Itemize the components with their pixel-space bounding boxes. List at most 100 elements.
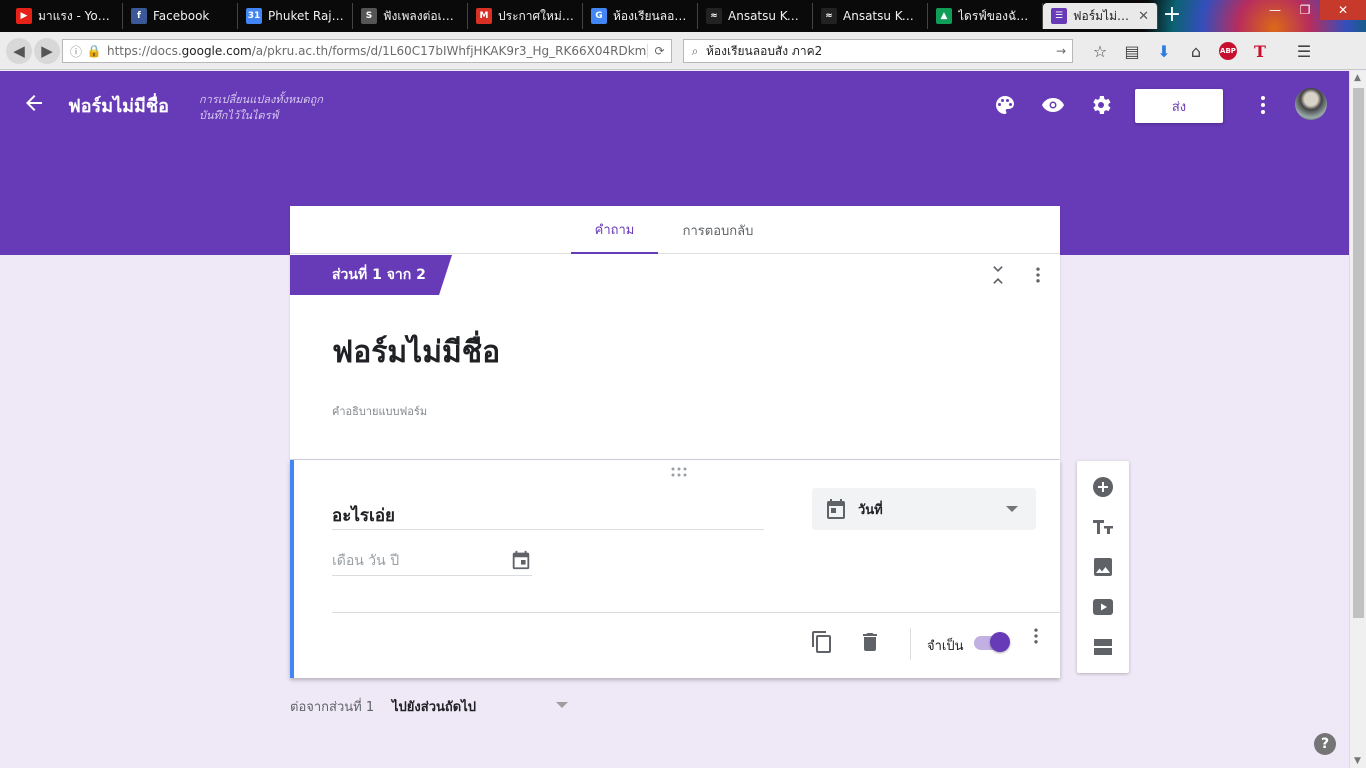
form-title[interactable]: ฟอร์มไม่มีชื่อ — [68, 91, 169, 120]
back-arrow-icon[interactable] — [22, 91, 46, 115]
duplicate-icon[interactable] — [810, 630, 834, 654]
browser-tab[interactable]: ▲ ไดรฟ์ของฉัน -... — [928, 3, 1043, 29]
delete-trash-icon[interactable] — [858, 630, 882, 654]
window-close-button[interactable]: ✕ — [1320, 0, 1366, 20]
scroll-down-icon[interactable]: ▼ — [1354, 756, 1361, 766]
chevron-down-icon — [1006, 506, 1018, 512]
info-icon[interactable]: ⓘ — [67, 43, 85, 60]
url-text[interactable]: https://docs.google.com/a/pkru.ac.th/for… — [103, 44, 647, 58]
google-icon: G — [591, 8, 607, 24]
browser-tab[interactable]: G ห้องเรียนลอบ... — [583, 3, 698, 29]
calendar-icon — [827, 499, 845, 519]
search-icon: ⌕ — [691, 43, 699, 58]
minimize-button[interactable]: — — [1260, 0, 1290, 20]
send-button[interactable]: ส่ง — [1135, 89, 1223, 123]
date-answer-field: เดือน วัน ปี — [332, 550, 532, 576]
new-tab-button[interactable]: + — [1158, 3, 1186, 29]
tab-questions[interactable]: คำถาม — [571, 206, 658, 254]
arrow-right-icon: ▶ — [41, 41, 53, 60]
help-icon: ? — [1320, 736, 1330, 752]
question-title-input[interactable]: อะไรเอ่ย — [332, 502, 764, 530]
footer-separator — [910, 628, 911, 660]
after-section-label: ต่อจากส่วนที่ 1 — [290, 700, 375, 715]
lock-icon: 🔒 — [86, 44, 102, 58]
form-tabs: คำถาม การตอบกลับ — [290, 206, 1060, 254]
bookmark-star-icon[interactable]: ☆ — [1084, 38, 1116, 64]
chevron-down-icon — [556, 702, 568, 708]
browser-tab[interactable]: ☰ ฟอร์มไม่มี... ✕ — [1043, 3, 1158, 29]
collapse-section-icon[interactable] — [988, 265, 1008, 285]
search-go-icon[interactable]: → — [1050, 44, 1072, 58]
browser-back-button[interactable]: ◀ — [6, 37, 32, 64]
help-button[interactable]: ? — [1314, 733, 1336, 755]
browser-tab[interactable]: f Facebook — [123, 3, 238, 29]
browser-tab[interactable]: ≈ Ansatsu Kyo... — [698, 3, 813, 29]
palette-icon[interactable] — [993, 93, 1017, 117]
add-section-icon[interactable] — [1091, 635, 1115, 659]
section-title[interactable]: ฟอร์มไม่มีชื่อ — [332, 329, 500, 376]
question-more-vert-icon[interactable] — [1026, 626, 1046, 646]
preview-eye-icon[interactable] — [1041, 93, 1065, 117]
drag-handle-icon[interactable] — [667, 466, 691, 478]
extension-t-icon[interactable]: T — [1244, 38, 1276, 64]
question-card[interactable]: อะไรเอ่ย วันที่ เดือน วัน ปี จำเป็น — [290, 460, 1060, 678]
required-toggle[interactable] — [974, 632, 1010, 652]
floating-toolbar — [1077, 461, 1129, 673]
calendar-icon: 31 — [246, 8, 262, 24]
search-bar[interactable]: ⌕ ห้องเรียนลอบสัง ภาค2 → — [683, 39, 1073, 63]
add-question-icon[interactable] — [1091, 475, 1115, 499]
question-type-label: วันที่ — [858, 502, 883, 518]
form-description-field[interactable]: คำอธิบายแบบฟอร์ม — [332, 402, 427, 420]
after-section-value[interactable]: ไปยังส่วนถัดไป — [392, 696, 476, 717]
home-icon[interactable]: ⌂ — [1180, 38, 1212, 64]
add-title-text-icon[interactable] — [1091, 515, 1115, 539]
search-input[interactable]: ห้องเรียนลอบสัง ภาค2 — [706, 42, 1050, 61]
section-card: คำถาม การตอบกลับ ส่วนที่ 1 จาก 2 ฟอร์มไม… — [290, 206, 1060, 459]
add-image-icon[interactable] — [1091, 555, 1115, 579]
required-label: จำเป็น — [927, 639, 964, 654]
question-type-dropdown[interactable]: วันที่ — [812, 488, 1036, 530]
scrollbar-thumb[interactable] — [1353, 88, 1364, 618]
adblock-icon[interactable]: ABP — [1219, 42, 1237, 60]
download-icon[interactable]: ⬇ — [1148, 38, 1180, 64]
browser-tab-title: Facebook — [153, 9, 210, 23]
reader-list-icon[interactable]: ▤ — [1116, 38, 1148, 64]
tab-responses[interactable]: การตอบกลับ — [670, 206, 766, 254]
browser-tab-title: ห้องเรียนลอบ... — [613, 8, 689, 23]
add-video-icon[interactable] — [1091, 595, 1115, 619]
tab-close-icon[interactable]: ✕ — [1138, 9, 1149, 24]
reload-icon[interactable]: ⟳ — [647, 44, 671, 58]
more-vert-icon[interactable] — [1251, 93, 1275, 117]
browser-tab[interactable]: ≈ Ansatsu Kyo... — [813, 3, 928, 29]
hamburger-menu-icon[interactable]: ☰ — [1288, 38, 1320, 64]
browser-nav-bar: ◀ ▶ ⓘ 🔒 https://docs.google.com/a/pkru.a… — [0, 32, 1366, 70]
browser-tab-title: ฟังเพลงต่อเนื่... — [383, 8, 459, 23]
restore-button[interactable]: ❐ — [1290, 0, 1320, 20]
facebook-icon: f — [131, 8, 147, 24]
browser-tab-title: Phuket Raja... — [268, 9, 344, 23]
gmail-icon: M — [476, 8, 492, 24]
music-site-icon: S — [361, 8, 377, 24]
forms-icon: ☰ — [1051, 8, 1067, 24]
avatar[interactable] — [1295, 88, 1327, 120]
browser-tab[interactable]: S ฟังเพลงต่อเนื่... — [353, 3, 468, 29]
date-placeholder: เดือน วัน ปี — [332, 553, 400, 569]
youtube-icon: ▶ — [16, 8, 32, 24]
save-status: การเปลี่ยนแปลงทั้งหมดถูกบันทึกไว้ในไดรฟ์ — [199, 93, 323, 122]
section-more-vert-icon[interactable] — [1028, 265, 1048, 285]
browser-tab[interactable]: ▶ มาแรง - You... — [8, 3, 123, 29]
window-controls: — ❐ ✕ — [1260, 0, 1366, 20]
scroll-up-icon[interactable]: ▲ — [1354, 73, 1361, 83]
browser-tab[interactable]: M ประกาศใหม่: ... — [468, 3, 583, 29]
browser-tab-strip: ▶ มาแรง - You... f Facebook 31 Phuket Raja...… — [0, 0, 1366, 32]
section-badge: ส่วนที่ 1 จาก 2 — [290, 255, 452, 295]
ansatsu-icon: ≈ — [821, 8, 837, 24]
page-scrollbar[interactable]: ▲ ▼ — [1349, 71, 1366, 768]
browser-tab-title: Ansatsu Kyo... — [728, 9, 804, 23]
address-bar[interactable]: ⓘ 🔒 https://docs.google.com/a/pkru.ac.th… — [62, 39, 672, 63]
settings-gear-icon[interactable] — [1089, 93, 1113, 117]
browser-tab-title: ฟอร์มไม่มี... — [1073, 8, 1135, 23]
browser-forward-button[interactable]: ▶ — [34, 37, 60, 64]
browser-tab[interactable]: 31 Phuket Raja... — [238, 3, 353, 29]
after-section-selector[interactable]: ต่อจากส่วนที่ 1 ไปยังส่วนถัดไป — [290, 696, 580, 716]
